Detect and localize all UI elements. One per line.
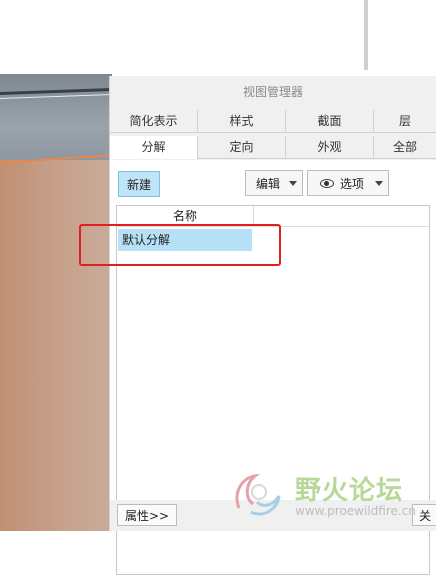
eye-icon <box>320 179 334 188</box>
close-button[interactable]: 关闭 <box>412 504 436 526</box>
tab-appearance[interactable]: 外观 <box>286 136 374 158</box>
tab-explode[interactable]: 分解 <box>110 136 198 159</box>
new-button[interactable]: 新建 <box>118 171 160 197</box>
dialog-footer: 属性>> 关闭 <box>110 500 436 531</box>
options-dropdown[interactable]: 选项 <box>307 170 389 196</box>
options-label: 选项 <box>340 177 365 191</box>
model-front-face <box>0 160 112 531</box>
tab-layer[interactable]: 层 <box>374 110 436 132</box>
tab-row-bottom: 分解 定向 外观 全部 <box>110 136 436 159</box>
tab-all[interactable]: 全部 <box>374 136 436 158</box>
chevron-down-icon <box>289 181 297 186</box>
edit-dropdown[interactable]: 编辑 <box>245 170 303 196</box>
tab-row-top: 简化表示 样式 截面 层 <box>110 110 436 133</box>
tab-style[interactable]: 样式 <box>198 110 286 132</box>
model-top-face <box>0 74 112 160</box>
tab-section[interactable]: 截面 <box>286 110 374 132</box>
view-manager-dialog: 视图管理器 简化表示 样式 截面 层 分解 定向 外观 全部 新建 编辑 选项 … <box>109 76 436 575</box>
chevron-down-icon <box>375 181 383 186</box>
background-window <box>0 0 366 55</box>
dialog-title: 视图管理器 <box>242 85 303 99</box>
background-window-edge <box>364 0 368 70</box>
column-header-name[interactable]: 名称 <box>117 206 254 226</box>
tab-simplified-rep[interactable]: 简化表示 <box>110 110 198 132</box>
model-viewport[interactable] <box>0 74 112 531</box>
tab-orient[interactable]: 定向 <box>198 136 286 158</box>
highlight-annotation-box <box>79 224 281 266</box>
properties-button[interactable]: 属性>> <box>117 504 177 526</box>
edit-label: 编辑 <box>256 177 281 191</box>
tab-content: 新建 编辑 选项 名称 默认分解 <box>110 160 436 575</box>
